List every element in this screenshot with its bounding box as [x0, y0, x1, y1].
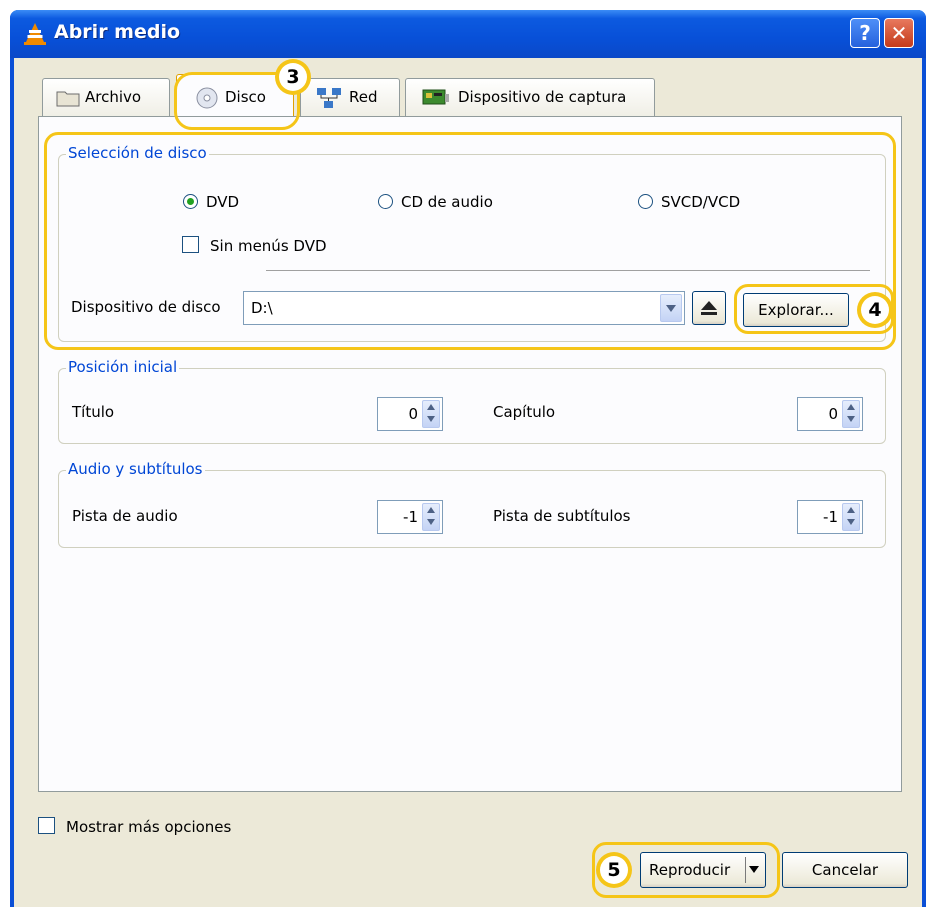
audio-subtitles-group — [58, 470, 886, 548]
close-button[interactable]: ✕ — [884, 18, 914, 48]
spin-down-icon — [427, 519, 435, 525]
spin-up-icon — [847, 404, 855, 410]
chapter-spinbox[interactable]: 0 — [797, 397, 863, 431]
step-number-5: 5 — [607, 859, 621, 881]
more-options-label: Mostrar más opciones — [66, 818, 232, 836]
chapter-label: Capítulo — [493, 403, 556, 421]
subtitle-track-label: Pista de subtítulos — [493, 507, 631, 525]
cancel-button[interactable]: Cancelar — [782, 852, 908, 888]
folder-icon — [56, 91, 80, 107]
start-position-title: Posición inicial — [66, 358, 180, 376]
tab-archivo[interactable]: Archivo — [42, 78, 170, 116]
audio-track-label: Pista de audio — [72, 507, 178, 525]
spin-up-icon — [427, 507, 435, 513]
more-options-checkbox[interactable] — [38, 817, 55, 834]
spin-up-icon — [427, 404, 435, 410]
title-bar[interactable]: Abrir medio ? ✕ — [10, 10, 926, 58]
audio-track-value: -1 — [403, 508, 418, 526]
audio-spin-arrows[interactable] — [422, 503, 440, 531]
help-button[interactable]: ? — [850, 18, 880, 48]
step-number-4: 4 — [868, 299, 882, 321]
title-spin-arrows[interactable] — [422, 400, 440, 428]
step-badge-5: 5 — [596, 852, 632, 888]
title-spinbox[interactable]: 0 — [377, 397, 443, 431]
title-value: 0 — [408, 405, 418, 423]
capture-card-icon — [422, 89, 449, 105]
step-badge-3: 3 — [275, 59, 311, 95]
vlc-cone-icon — [24, 23, 46, 45]
chapter-value: 0 — [828, 405, 838, 423]
subtitle-track-spinbox[interactable]: -1 — [797, 500, 863, 534]
tab-dispositivo-captura-label: Dispositivo de captura — [458, 88, 627, 106]
title-label: Título — [72, 403, 115, 421]
chapter-spin-arrows[interactable] — [842, 400, 860, 428]
spin-down-icon — [847, 416, 855, 422]
spin-up-icon — [847, 507, 855, 513]
tab-red[interactable]: Red — [300, 78, 400, 116]
step-badge-4: 4 — [857, 292, 893, 328]
tab-red-label: Red — [349, 88, 378, 106]
audio-subtitles-title: Audio y subtítulos — [66, 460, 205, 478]
step-number-3: 3 — [286, 66, 300, 88]
audio-track-spinbox[interactable]: -1 — [377, 500, 443, 534]
window-title: Abrir medio — [54, 21, 181, 43]
subtitle-track-value: -1 — [823, 508, 838, 526]
spin-down-icon — [847, 519, 855, 525]
tab-dispositivo-captura[interactable]: Dispositivo de captura — [405, 78, 655, 116]
tab-archivo-label: Archivo — [85, 88, 142, 106]
start-position-group — [58, 368, 886, 444]
spin-down-icon — [427, 416, 435, 422]
network-icon — [317, 88, 341, 108]
subtitle-spin-arrows[interactable] — [842, 503, 860, 531]
